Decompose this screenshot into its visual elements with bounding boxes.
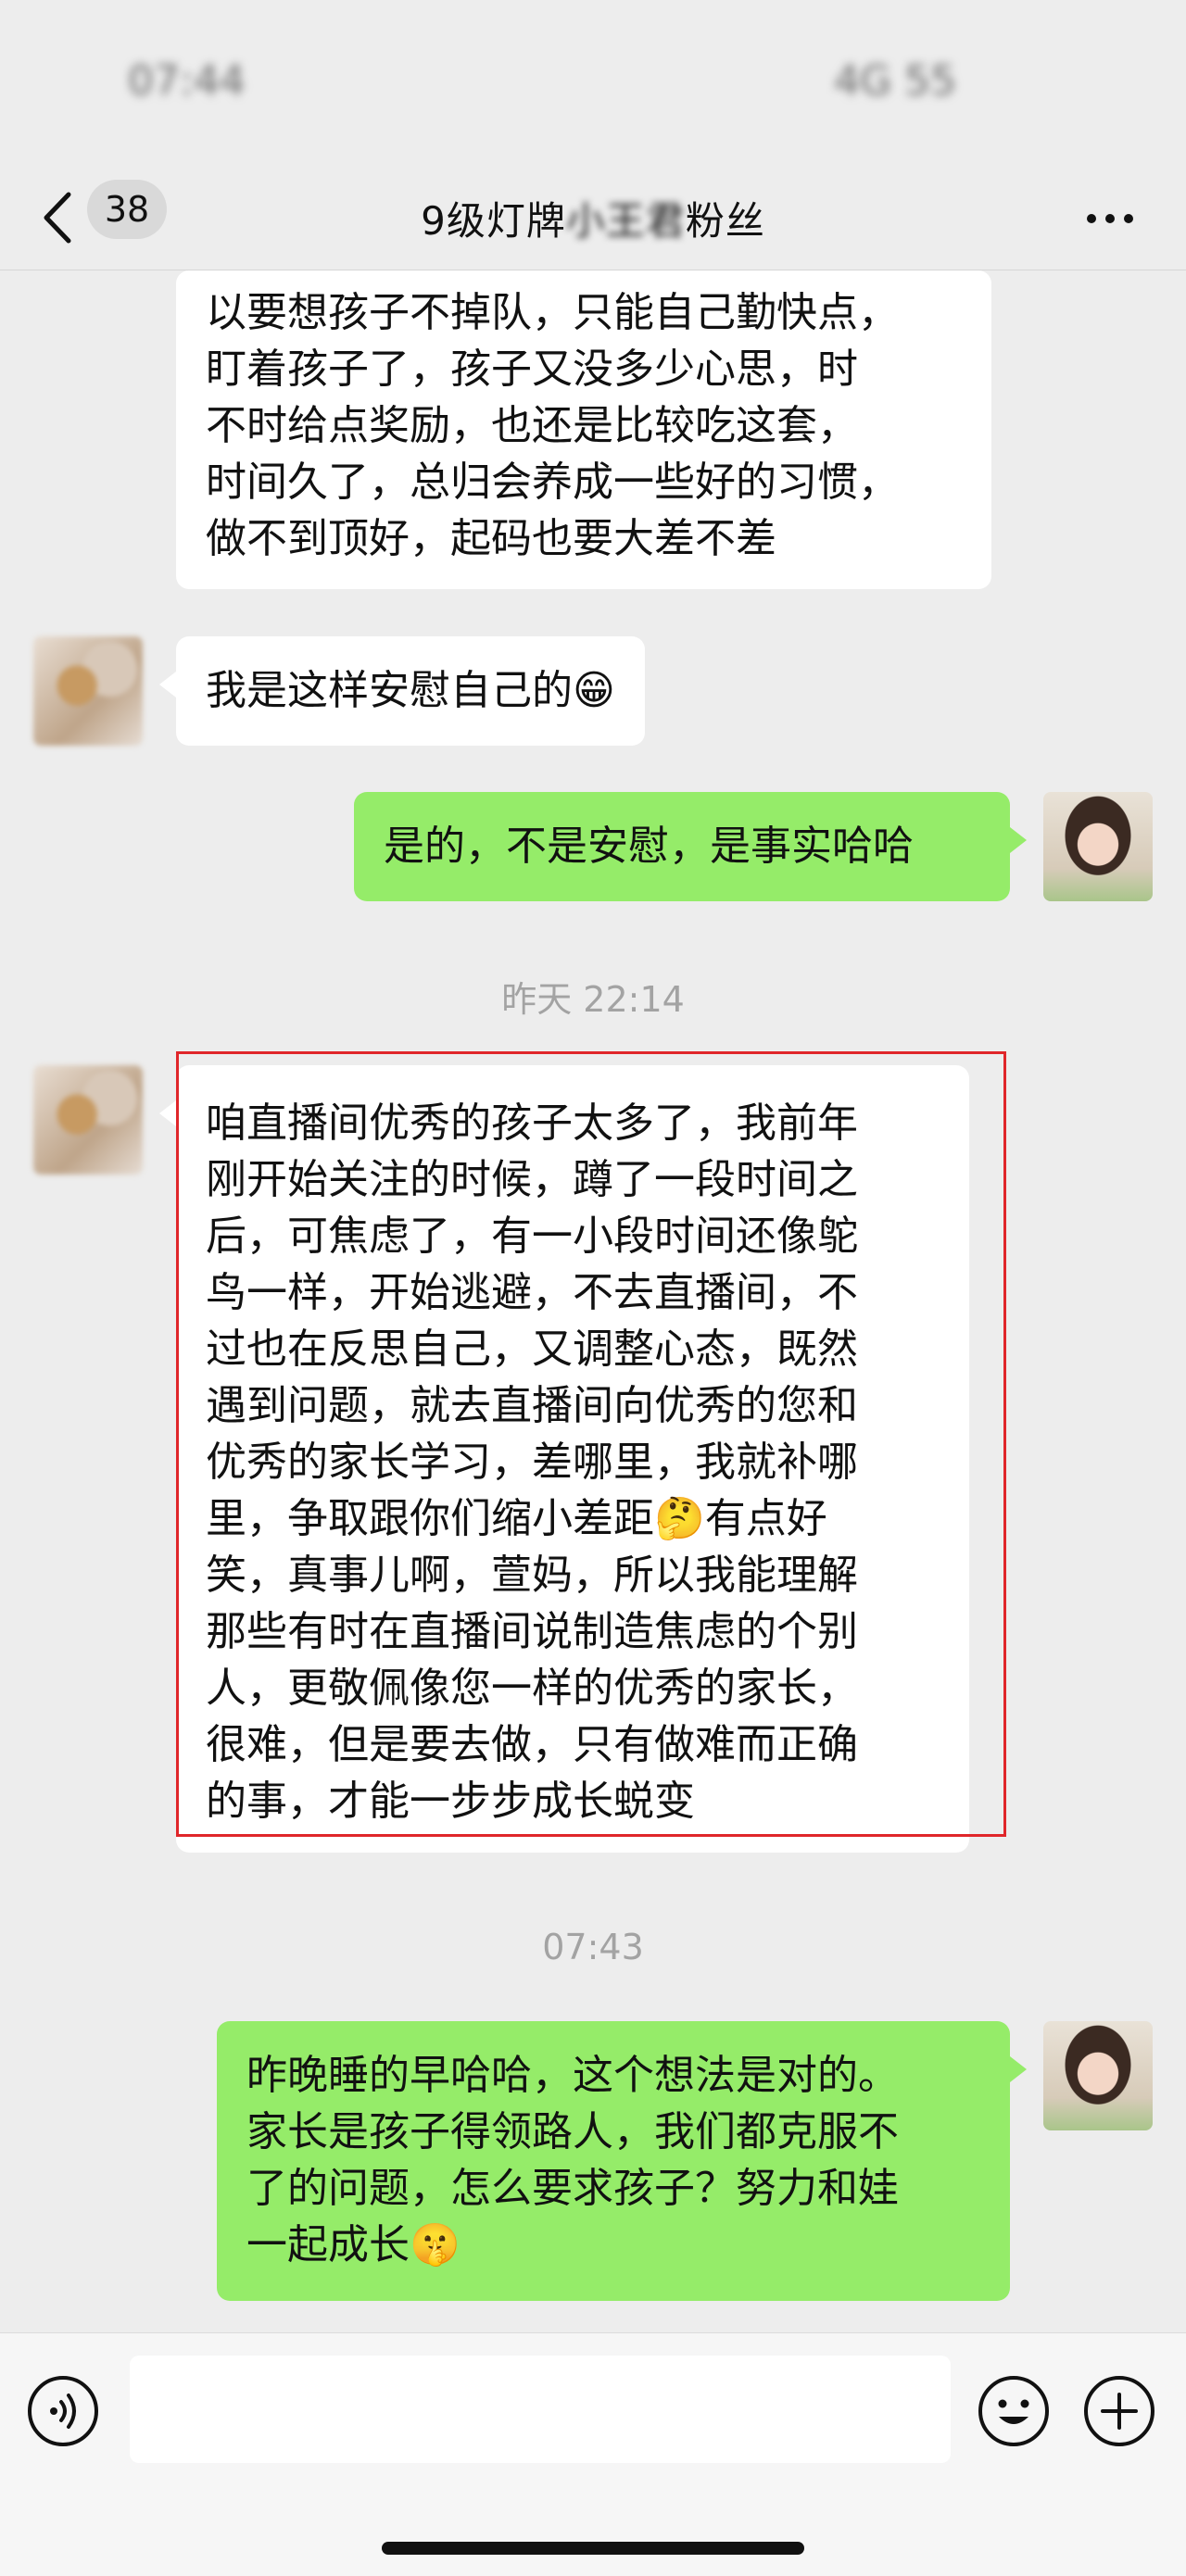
message-bubble-self[interactable]: 是的，不是安慰，是事实哈哈 (354, 792, 1027, 901)
voice-icon[interactable] (26, 2374, 100, 2448)
message-line: 了的问题，怎么要求孩子？努力和娃 (246, 2165, 899, 2212)
chat-title-suffix: 粉丝 (685, 197, 765, 244)
message-line: 做不到顶好，起码也要大差不差 (206, 515, 776, 562)
avatar[interactable] (33, 636, 143, 746)
message-line: 一起成长🤫 (246, 2221, 461, 2268)
message-timestamp: 07:43 (542, 1927, 644, 1967)
message-bubble-self[interactable]: 昨晚睡的早哈哈，这个想法是对的。 家长是孩子得领路人，我们都克服不 了的问题，怎… (217, 2021, 1027, 2301)
status-icons: 4G 55 (834, 57, 957, 105)
chat-header: 9级灯牌 小王君 粉丝 (0, 167, 1186, 270)
message-bubble-other[interactable]: 我是这样安慰自己的😁 (159, 636, 645, 746)
avatar[interactable] (1043, 2021, 1153, 2130)
message-line: 时间久了，总归会养成一些好的习惯， (206, 459, 899, 506)
message-line: 家长是孩子得领路人，我们都克服不 (246, 2108, 899, 2155)
message-line: 我是这样安慰自己的😁 (206, 667, 615, 714)
input-bar (0, 2332, 1186, 2576)
message-input[interactable] (130, 2356, 951, 2463)
status-time: 07:44 (128, 57, 246, 105)
message-line: 不时给点奖励，也还是比较吃这套， (206, 402, 858, 449)
chat-title: 9级灯牌 小王君 粉丝 (278, 187, 908, 248)
chat-title-blurred: 小王君 (565, 197, 686, 244)
more-icon[interactable] (1082, 200, 1138, 237)
status-bar: 07:44 4G 55 (0, 0, 1186, 167)
message-line: 是的，不是安慰，是事实哈哈 (384, 823, 914, 870)
message-line: 以要想孩子不掉队，只能自己勤快点， (206, 289, 899, 336)
message-bubble-other[interactable]: 以要想孩子不掉队，只能自己勤快点， 盯着孩子了，孩子又没多少心思，时 不时给点奖… (176, 270, 991, 589)
chat-title-prefix: 9级灯牌 (421, 197, 566, 244)
emoji-icon[interactable] (977, 2374, 1051, 2448)
message-line: 昨晚睡的早哈哈，这个想法是对的。 (246, 2052, 899, 2099)
message-timestamp: 昨天 22:14 (501, 979, 685, 1020)
highlight-box (176, 1051, 1006, 1837)
chevron-left-icon[interactable] (37, 187, 80, 248)
avatar[interactable] (1043, 792, 1153, 901)
avatar[interactable] (33, 1065, 143, 1175)
home-indicator (382, 2542, 804, 2555)
unread-count-badge[interactable]: 38 (87, 180, 167, 239)
message-line: 盯着孩子了，孩子又没多少心思，时 (206, 346, 858, 393)
plus-icon[interactable] (1082, 2374, 1156, 2448)
